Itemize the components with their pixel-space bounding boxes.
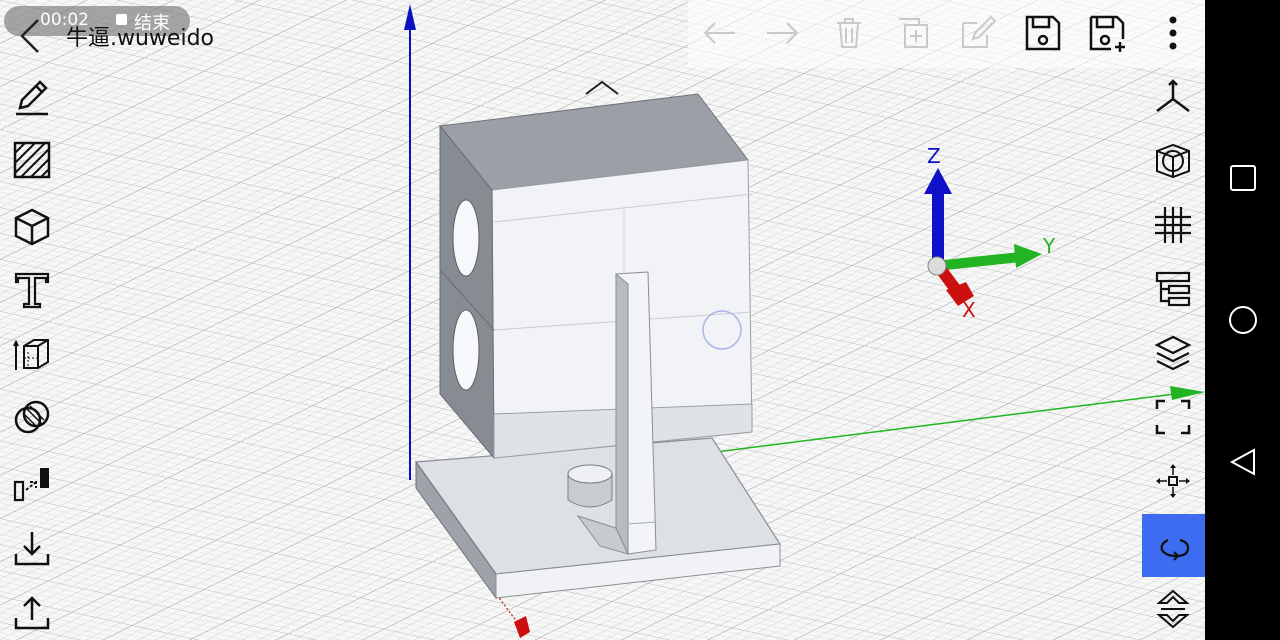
recents-button[interactable] xyxy=(1223,158,1263,198)
flip-view-icon xyxy=(1156,589,1190,629)
text-icon xyxy=(14,272,50,309)
system-back-button[interactable] xyxy=(1223,442,1263,482)
tree-icon xyxy=(1155,271,1191,307)
text-button[interactable] xyxy=(10,268,54,312)
grid-button[interactable] xyxy=(1148,200,1198,250)
boolean-spheres-icon xyxy=(14,400,50,434)
layers-icon xyxy=(1154,335,1192,371)
sketch-button[interactable] xyxy=(10,74,54,118)
cube-icon xyxy=(14,208,50,246)
system-navigation-bar xyxy=(1205,0,1280,640)
hatch-icon xyxy=(13,141,51,179)
fit-view-icon xyxy=(1155,399,1191,435)
axes-view-icon xyxy=(1156,79,1190,112)
undo-button[interactable] xyxy=(698,12,740,54)
export-icon xyxy=(14,596,50,630)
more-button[interactable] xyxy=(1152,12,1194,54)
pan-button[interactable] xyxy=(1148,456,1198,506)
square-icon xyxy=(1230,165,1256,191)
flip-view-button[interactable] xyxy=(1148,584,1198,634)
redo-button[interactable] xyxy=(762,12,804,54)
extrude-button[interactable] xyxy=(10,332,54,376)
model-cylinder[interactable] xyxy=(567,464,613,508)
collapse-chevron-icon[interactable] xyxy=(584,78,620,98)
render-mode-icon xyxy=(1156,143,1190,179)
render-mode-button[interactable] xyxy=(1148,136,1198,186)
gizmo-z-label: Z xyxy=(927,144,941,168)
rotate-icon xyxy=(1160,538,1189,561)
arrow-right-icon xyxy=(767,22,799,44)
fit-view-button[interactable] xyxy=(1148,392,1198,442)
tree-button[interactable] xyxy=(1148,264,1198,314)
gizmo-origin xyxy=(927,256,947,276)
axes-view-button[interactable] xyxy=(1148,72,1198,122)
delete-button[interactable] xyxy=(828,12,870,54)
import-button[interactable] xyxy=(10,526,54,570)
more-vertical-icon xyxy=(1169,16,1177,50)
gizmo-y-label: Y xyxy=(1043,234,1056,258)
trash-icon xyxy=(837,18,861,48)
pan-icon xyxy=(1156,464,1190,498)
circle-icon xyxy=(1229,306,1257,334)
top-toolbar xyxy=(688,0,1208,68)
3d-viewport[interactable]: Z Y X xyxy=(0,0,1205,640)
import-icon xyxy=(14,532,50,566)
model-block[interactable] xyxy=(439,93,753,460)
edit-button[interactable] xyxy=(956,12,998,54)
extrude-icon xyxy=(13,339,49,370)
save-button[interactable] xyxy=(1022,12,1064,54)
gizmo-x-label: X xyxy=(962,298,976,322)
layers-button[interactable] xyxy=(1148,328,1198,378)
copy-plus-icon xyxy=(899,18,928,48)
sketch-pencil-icon xyxy=(16,80,48,116)
gizmo-z-shaft xyxy=(932,190,944,262)
boolean-button[interactable] xyxy=(10,396,54,440)
save-plus-icon xyxy=(1089,15,1125,52)
home-button[interactable] xyxy=(1223,300,1263,340)
duplicate-button[interactable] xyxy=(892,12,934,54)
save-as-button[interactable] xyxy=(1086,12,1128,54)
arrow-left-icon xyxy=(703,22,735,44)
rotate-button[interactable] xyxy=(1142,514,1205,577)
document-title: 牛逼.wuweido xyxy=(66,26,214,51)
transform-icon xyxy=(13,468,49,502)
back-arrow-icon[interactable] xyxy=(14,18,44,54)
solid-button[interactable] xyxy=(10,204,54,248)
triangle-back-icon xyxy=(1229,448,1255,476)
export-button[interactable] xyxy=(10,590,54,634)
save-icon xyxy=(1025,15,1061,51)
grid-icon xyxy=(1155,207,1191,243)
edit-icon xyxy=(962,15,997,48)
transform-button[interactable] xyxy=(10,462,54,506)
hatch-button[interactable] xyxy=(10,138,54,182)
